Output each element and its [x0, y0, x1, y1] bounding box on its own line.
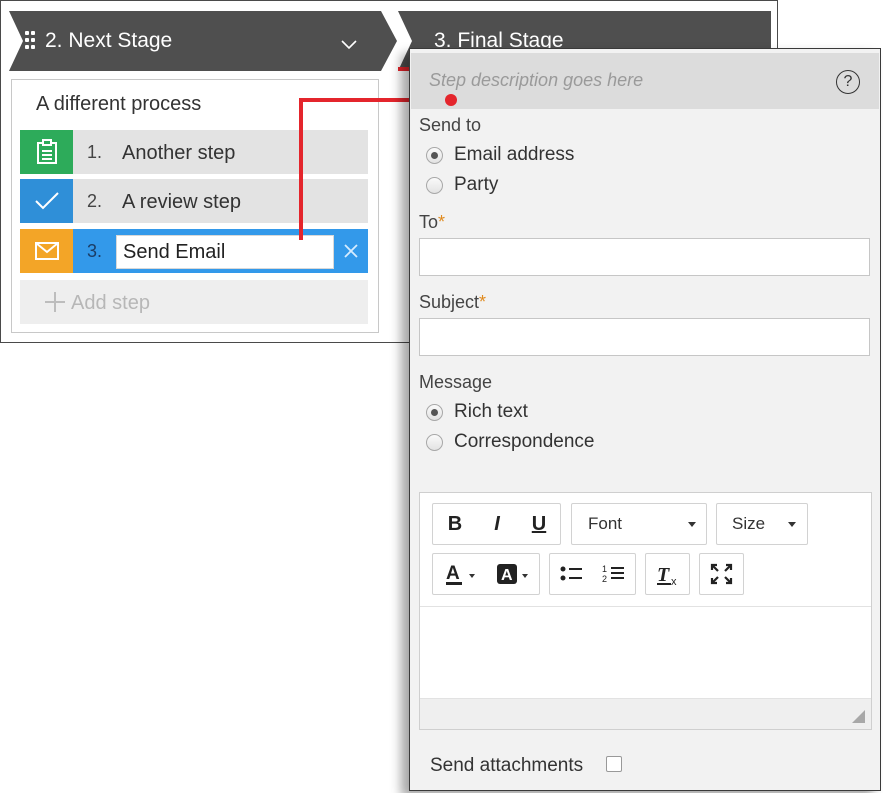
radio-label: Party	[454, 174, 499, 195]
stage-title: 2. Next Stage	[45, 29, 173, 52]
step-item-another-step[interactable]: 1. Another step	[20, 130, 368, 174]
rich-text-editor: B I U Font Size A A 1 2 T x	[419, 492, 872, 730]
send-attachments-checkbox[interactable]	[606, 756, 622, 772]
add-step-button[interactable]: Add step	[20, 280, 368, 324]
font-dropdown-label: Font	[588, 514, 623, 533]
radio-button[interactable]	[426, 177, 443, 194]
text-style-group: B I U	[432, 503, 561, 545]
radio-label: Rich text	[454, 401, 528, 422]
text-color-icon: A	[446, 563, 475, 585]
maximize-icon	[710, 563, 733, 585]
caret-down-icon	[688, 522, 696, 527]
svg-text:x: x	[671, 576, 677, 588]
stage-header-next-stage[interactable]: 2. Next Stage	[9, 11, 397, 71]
list-group: 1 2	[549, 553, 636, 595]
radio-label: Correspondence	[454, 431, 595, 452]
step-name-input[interactable]	[116, 235, 334, 269]
step-properties-panel: Step description goes here ? Send to Ema…	[409, 48, 881, 791]
step-number: 3.	[87, 241, 103, 261]
color-group: A A	[432, 553, 540, 595]
send-attachments-label: Send attachments	[430, 755, 584, 776]
close-icon[interactable]	[342, 239, 360, 263]
to-field[interactable]	[419, 238, 870, 276]
send-to-label: Send to	[419, 115, 482, 135]
radio-label: Email address	[454, 144, 575, 165]
svg-text:A: A	[501, 567, 513, 584]
clear-format-icon: T x	[657, 564, 677, 588]
required-marker: *	[438, 212, 446, 232]
step-label: Another step	[122, 142, 236, 164]
svg-text:1: 1	[602, 564, 607, 574]
text-color-button[interactable]: A	[439, 554, 485, 594]
message-label: Message	[419, 372, 493, 392]
caret-down-icon	[788, 522, 796, 527]
font-dropdown[interactable]: Font	[571, 503, 707, 545]
connector-line	[299, 98, 303, 240]
step-item-review-step[interactable]: 2. A review step	[20, 179, 368, 223]
radio-button[interactable]	[426, 147, 443, 164]
bold-button[interactable]: B	[435, 504, 475, 544]
svg-text:2: 2	[602, 574, 607, 584]
clear-format-button[interactable]: T x	[645, 553, 690, 595]
step-number: 1.	[87, 142, 103, 162]
to-label: To*	[419, 212, 445, 233]
numbered-list-button[interactable]: 1 2	[594, 554, 634, 594]
step-description-bar[interactable]: Step description goes here ?	[411, 53, 879, 109]
subject-label: Subject*	[419, 292, 486, 313]
size-dropdown-label: Size	[732, 514, 766, 533]
radio-button[interactable]	[426, 434, 443, 451]
background-color-button[interactable]: A	[489, 554, 537, 594]
size-dropdown[interactable]: Size	[716, 503, 808, 545]
required-marker: *	[479, 292, 487, 312]
chevron-down-icon[interactable]	[341, 37, 357, 53]
help-icon[interactable]: ?	[836, 70, 860, 94]
radio-button[interactable]	[426, 404, 443, 421]
send-attachments-row: Send attachments	[430, 755, 622, 781]
checkmark-icon	[20, 179, 73, 223]
connector-dot	[445, 94, 457, 106]
svg-text:A: A	[446, 563, 460, 584]
resize-handle-icon[interactable]	[852, 710, 865, 723]
svg-text:T: T	[657, 564, 670, 586]
process-title[interactable]: A different process	[36, 93, 201, 116]
step-item-send-email[interactable]: 3.	[20, 229, 368, 273]
step-number: 2.	[87, 191, 103, 211]
drag-handle-icon[interactable]	[25, 31, 41, 51]
step-label: A review step	[122, 191, 241, 213]
bulleted-list-button[interactable]	[552, 554, 592, 594]
editor-toolbar: B I U Font Size A A 1 2 T x	[420, 493, 871, 606]
step-description-placeholder[interactable]: Step description goes here	[429, 70, 643, 91]
envelope-icon	[20, 229, 73, 273]
italic-button[interactable]: I	[477, 504, 517, 544]
background-color-icon: A	[497, 564, 528, 584]
maximize-button[interactable]	[699, 553, 744, 595]
editor-status-bar	[420, 698, 871, 729]
underline-button[interactable]: U	[519, 504, 559, 544]
message-editor-area[interactable]	[420, 606, 871, 698]
subject-label-text: Subject	[419, 292, 480, 312]
to-label-text: To	[419, 212, 439, 232]
process-card: A different process 1. Another step 2. A…	[11, 79, 379, 333]
plus-icon	[45, 292, 65, 312]
clipboard-icon	[20, 130, 73, 174]
bulleted-list-icon	[560, 566, 582, 581]
subject-field[interactable]	[419, 318, 870, 356]
add-step-label: Add step	[71, 292, 150, 314]
numbered-list-icon: 1 2	[602, 564, 624, 584]
